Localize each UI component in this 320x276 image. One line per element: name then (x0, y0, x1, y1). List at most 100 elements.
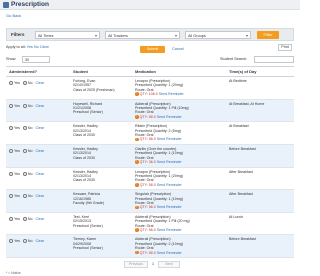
yes-label: Yes (14, 194, 20, 199)
clear-link[interactable]: Clear (35, 104, 44, 108)
column-header-student[interactable]: Student (70, 66, 132, 77)
apply-yes-link[interactable]: Yes (27, 45, 33, 49)
times-select-value: All Times (38, 33, 54, 38)
send-reminder-link[interactable]: Send Reminder (157, 183, 182, 187)
groups-select[interactable]: All Groups ▾ (185, 31, 251, 39)
time-of-day-cell: Before Breakfast (226, 144, 294, 168)
clear-link[interactable]: Clear (35, 149, 44, 153)
yes-label: Yes (14, 216, 20, 221)
administered-cell: Yes No Clear (6, 167, 70, 191)
yes-radio[interactable] (9, 126, 13, 131)
administered-cell: Yes No Clear (6, 121, 70, 145)
apply-no-link[interactable]: No (34, 45, 39, 49)
prescription-table: Administered? Student Medication Time(s)… (6, 66, 294, 258)
yes-radio[interactable] (9, 148, 13, 153)
medication-cell: Ritalin (Prescription) Prescribed Quantit… (132, 121, 226, 145)
student-class: Faculty (9th Grade) (73, 200, 104, 205)
clear-link[interactable]: Clear (35, 194, 44, 198)
yes-radio[interactable] (9, 194, 13, 199)
student-class: Preschool (Senior) (73, 110, 103, 115)
table-row: Yes No Clear Kessler, Hadley 02/13/2014 Class… (6, 167, 294, 191)
current-page[interactable]: 1 (152, 262, 154, 266)
column-header-medication[interactable]: Medication (132, 66, 226, 77)
yes-radio[interactable] (9, 171, 13, 176)
back-link[interactable]: Go Back (6, 13, 21, 18)
no-label: No (27, 216, 33, 221)
apply-label: Apply to all: (6, 45, 26, 49)
quantity-value: QTY: 106.0 (139, 92, 158, 97)
student-search-input[interactable] (254, 56, 294, 63)
no-radio[interactable] (22, 81, 27, 86)
quantity-value: QTY: 56.0 (139, 227, 156, 232)
no-radio[interactable] (22, 194, 27, 199)
yes-label: Yes (14, 239, 20, 244)
administered-cell: Yes No Clear (6, 76, 70, 100)
no-label: No (27, 81, 33, 85)
send-reminder-link[interactable]: Send Reminder (157, 137, 182, 141)
yes-label: Yes (14, 171, 20, 176)
medication-cell: Adderall (Prescription) Prescribed Quanti… (132, 212, 226, 236)
quantity-remaining: ! QTY: 36.0 Send Reminder (135, 160, 223, 164)
apply-to-all: Apply to all: Yes No Clear (6, 45, 49, 49)
print-button[interactable]: Print (278, 44, 292, 51)
table-row: Yes No Clear Tierney, Karen 04/29/2008 Presch… (6, 234, 294, 258)
send-reminder-link[interactable]: Send Reminder (157, 160, 182, 164)
table-row: Yes No Clear Kessaer, Patricia 12/16/1985 Fac… (6, 189, 294, 213)
send-reminder-link[interactable]: Send Reminder (157, 228, 182, 232)
submit-button[interactable]: Submit (140, 46, 165, 53)
no-radio[interactable] (22, 216, 27, 221)
student-cell: Tierney, Karen 04/29/2008 Preschool (Senio… (70, 234, 132, 258)
no-radio[interactable] (22, 148, 27, 153)
quantity-value: QTY: 56.0 (139, 114, 156, 119)
table-row: Yes No Clear Kessler, Hadley 02/13/2014 Class… (6, 121, 294, 145)
times-select[interactable]: All Times ▾ (35, 31, 100, 39)
trackers-select[interactable]: All Trackers ▾ (105, 31, 180, 39)
table-header-row: Administered? Student Medication Time(s)… (6, 66, 294, 77)
chevron-down-icon: ▾ (94, 33, 97, 38)
trackers-select-value: All Trackers (108, 33, 128, 38)
send-reminder-link[interactable]: Send Reminder (157, 205, 182, 209)
no-radio[interactable] (22, 103, 27, 108)
send-reminder-link[interactable]: Send Reminder (157, 251, 182, 255)
cancel-link[interactable]: Cancel (172, 47, 184, 51)
warning-icon: ! (135, 182, 139, 187)
yes-label: Yes (14, 126, 20, 131)
no-label: No (27, 171, 33, 176)
clear-link[interactable]: Clear (35, 217, 44, 221)
table-row: Yes No Clear Furlong, Evan 02/10/1957 Class o… (6, 76, 294, 100)
yes-radio[interactable] (9, 81, 13, 86)
column-header-time[interactable]: Time(s) of Day (226, 66, 294, 77)
send-reminder-link[interactable]: Send Reminder (159, 92, 184, 96)
filter-button[interactable]: Filter (257, 31, 279, 39)
yes-radio[interactable] (9, 103, 13, 108)
no-radio[interactable] (22, 239, 27, 244)
page-size-select[interactable]: 30 (22, 56, 50, 63)
administered-cell: Yes No Clear (6, 99, 70, 123)
page-size-value: 30 (25, 58, 29, 62)
student-cell: Hopewell, Richard 01/21/2008 Preschool (Se… (70, 99, 132, 123)
time-of-day-cell: Before Breakfast (226, 234, 294, 258)
quantity-remaining: ! QTY: 106.0 Send Reminder (135, 92, 223, 96)
table-row: Yes No Clear Kessler, Hadley 02/13/2014 Class… (6, 144, 294, 168)
administered-cell: Yes No Clear (6, 212, 70, 236)
groups-select-value: All Groups (188, 33, 206, 38)
page-title: Prescription (11, 1, 49, 8)
yes-radio[interactable] (9, 216, 13, 221)
clear-link[interactable]: Clear (35, 172, 44, 176)
next-page-button[interactable]: Next (158, 261, 180, 268)
clear-link[interactable]: Clear (35, 239, 44, 243)
clear-link[interactable]: Clear (35, 81, 44, 85)
column-header-administered[interactable]: Administered? (6, 66, 70, 77)
warning-icon: ! (135, 228, 139, 232)
time-of-day-cell: At Lunch (226, 212, 294, 236)
no-radio[interactable] (22, 126, 27, 131)
previous-page-button[interactable]: Previous (124, 261, 148, 268)
time-of-day-cell: After Breakfast (226, 189, 294, 213)
no-radio[interactable] (22, 171, 27, 176)
clear-link[interactable]: Clear (35, 126, 44, 130)
send-reminder-link[interactable]: Send Reminder (157, 115, 182, 119)
yes-radio[interactable] (9, 239, 13, 244)
apply-clear-link[interactable]: Clear (40, 45, 49, 49)
student-class: Preschool (Senior) (73, 246, 103, 251)
medication-cell: Singulair (Prescription) Prescribed Quant… (132, 189, 226, 213)
